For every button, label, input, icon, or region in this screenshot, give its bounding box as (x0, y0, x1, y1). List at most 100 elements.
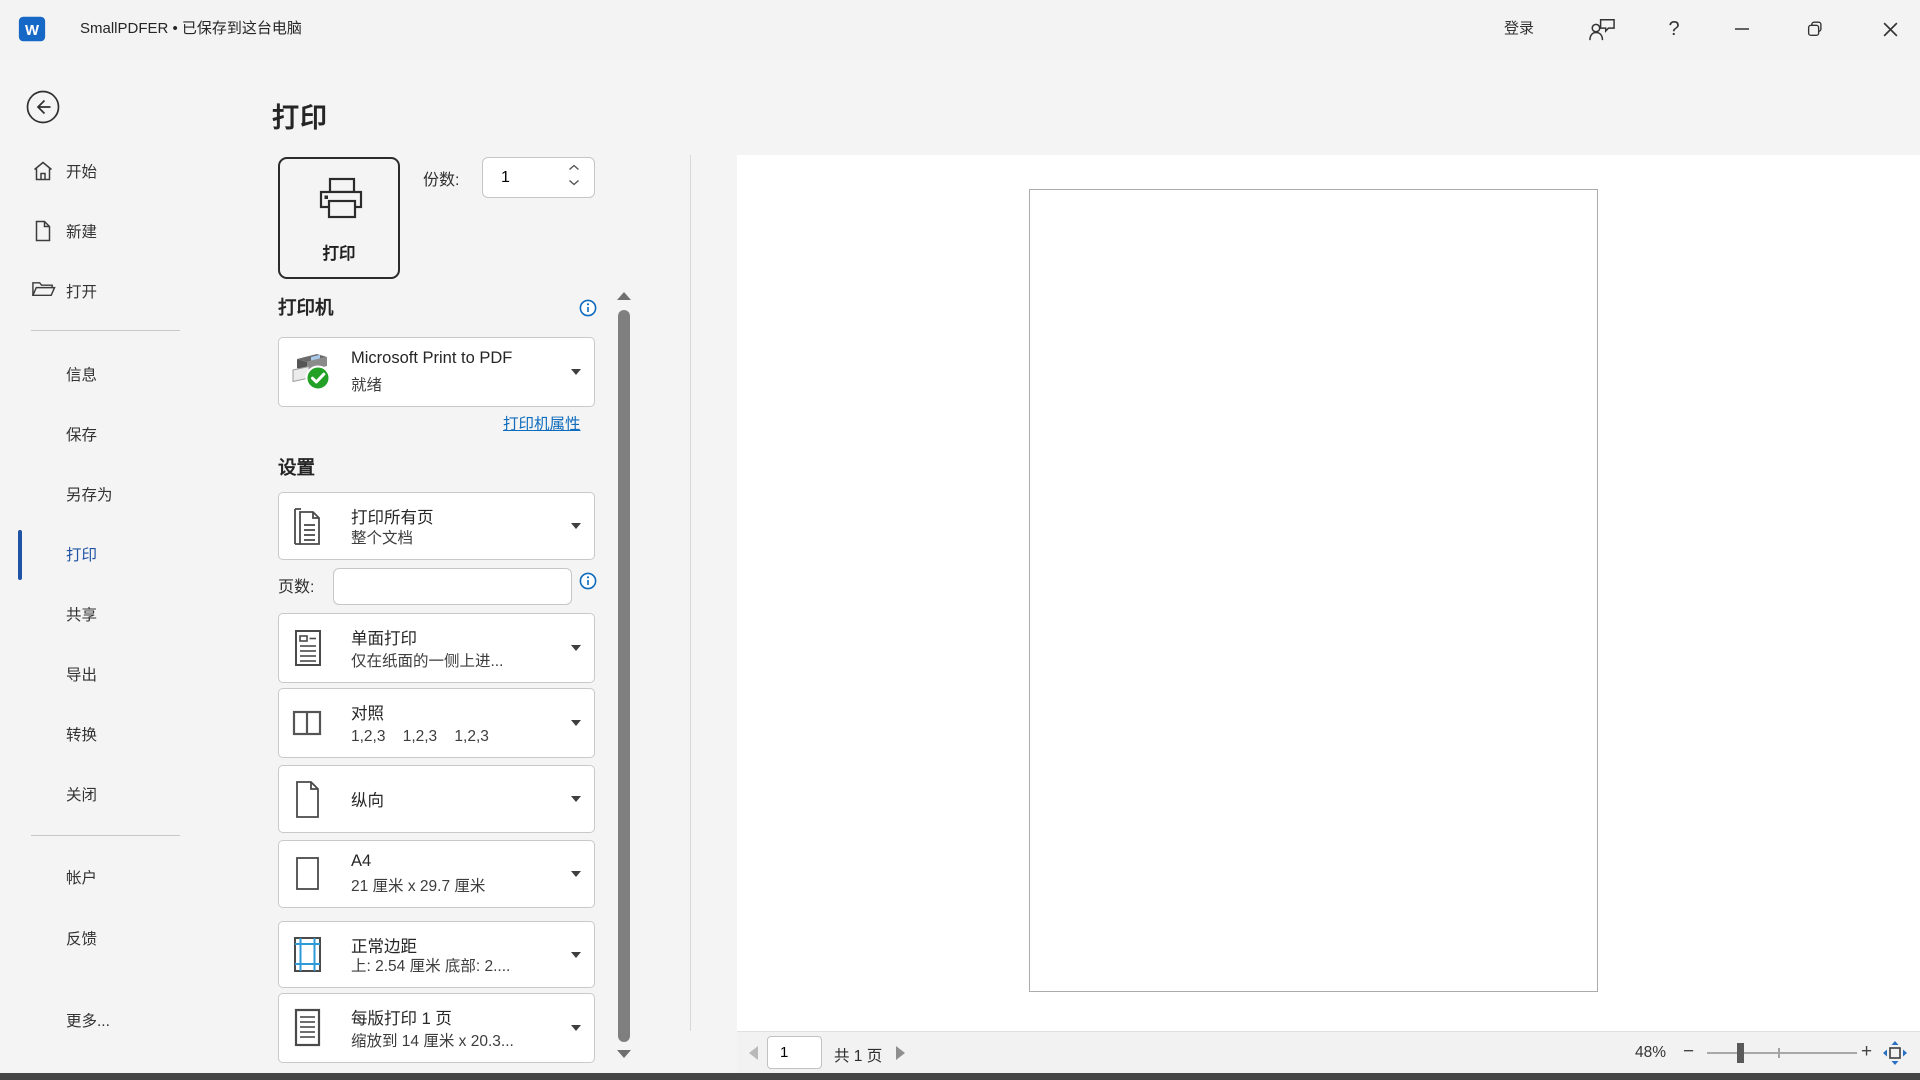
print-button[interactable]: 打印 (278, 157, 400, 279)
printer-name: Microsoft Print to PDF (351, 349, 512, 368)
pages-per-sheet-select[interactable]: 每版打印 1 页 缩放到 14 厘米 x 20.3... (278, 993, 595, 1063)
duplex-select[interactable]: 单面打印 仅在纸面的一侧上进... (278, 613, 595, 683)
chevron-down-icon (571, 645, 581, 651)
sidebar-item-label: 保存 (66, 423, 97, 445)
feedback-icon[interactable] (1582, 0, 1622, 58)
document-page-preview (1029, 189, 1598, 992)
page-title: 打印 (272, 96, 328, 135)
dropdown-subtitle: 1,2,3 1,2,3 1,2,3 (351, 728, 489, 746)
open-folder-icon (31, 279, 55, 303)
close-icon[interactable] (1870, 0, 1910, 58)
window-title: SmallPDFER • 已保存到这台电脑 (80, 0, 302, 58)
spin-down-icon[interactable] (568, 179, 582, 191)
sidebar-item-label: 信息 (66, 363, 97, 385)
orientation-select[interactable]: 纵向 (278, 765, 595, 833)
dropdown-subtitle: 缩放到 14 厘米 x 20.3... (351, 1029, 514, 1051)
sidebar-item-export[interactable]: 导出 (0, 652, 212, 696)
pages-input[interactable] (333, 568, 572, 605)
dropdown-subtitle: 上: 2.54 厘米 底部: 2.... (351, 954, 510, 976)
copies-stepper[interactable] (482, 157, 595, 198)
home-icon (31, 159, 55, 183)
sidebar-item-info[interactable]: 信息 (0, 352, 212, 396)
minimize-icon[interactable] (1722, 0, 1762, 58)
printer-info-icon[interactable] (579, 299, 597, 317)
zoom-level-label: 48% (1635, 1044, 1666, 1062)
fit-to-page-icon[interactable] (1883, 1041, 1907, 1065)
settings-section-header: 设置 (278, 454, 315, 480)
sidebar-item-label: 关闭 (66, 783, 97, 805)
one-sided-icon (287, 625, 327, 671)
margins-select[interactable]: 正常边距 上: 2.54 厘米 底部: 2.... (278, 921, 595, 988)
dropdown-title: A4 (351, 852, 371, 871)
window-bottom-edge (0, 1073, 1920, 1080)
back-button[interactable] (25, 89, 61, 125)
title-bar: W SmallPDFER • 已保存到这台电脑 登录 ? (0, 0, 1920, 58)
paper-size-icon (287, 851, 327, 897)
sidebar-item-open[interactable]: 打开 (0, 267, 212, 315)
zoom-slider-tick (1778, 1048, 1780, 1058)
chevron-down-icon (571, 369, 581, 375)
new-document-icon (31, 219, 55, 243)
printer-section-header: 打印机 (278, 294, 334, 320)
backstage-sidebar: 开始 新建 打开 信息 保存 另存为 打印 共享 导出 转换 关闭 帐户 反馈 … (0, 58, 212, 1080)
zoom-slider-track[interactable] (1707, 1052, 1857, 1054)
print-preview-pane (737, 155, 1920, 1031)
sidebar-item-label: 新建 (66, 220, 97, 242)
sidebar-item-print[interactable]: 打印 (0, 532, 212, 576)
sidebar-item-save[interactable]: 保存 (0, 412, 212, 456)
sidebar-item-feedback[interactable]: 反馈 (0, 916, 212, 960)
chevron-down-icon (571, 871, 581, 877)
printer-icon (314, 176, 368, 226)
sidebar-item-label: 打印 (66, 543, 97, 565)
printer-select[interactable]: Microsoft Print to PDF 就绪 (278, 337, 595, 407)
restore-window-icon[interactable] (1795, 0, 1835, 58)
next-page-icon[interactable] (895, 1045, 907, 1061)
sidebar-item-more[interactable]: 更多... (0, 998, 212, 1042)
sign-in-button[interactable]: 登录 (1504, 0, 1534, 58)
pages-info-icon[interactable] (579, 572, 597, 590)
sidebar-item-label: 另存为 (66, 483, 113, 505)
printer-ready-icon (287, 351, 335, 393)
previous-page-icon[interactable] (747, 1045, 759, 1061)
sidebar-item-close-doc[interactable]: 关闭 (0, 772, 212, 816)
sidebar-item-label: 帐户 (66, 866, 97, 888)
chevron-down-icon (571, 523, 581, 529)
sidebar-item-label: 导出 (66, 663, 97, 685)
chevron-down-icon (571, 952, 581, 958)
printer-properties-link[interactable]: 打印机属性 (503, 412, 581, 434)
help-icon[interactable]: ? (1654, 0, 1694, 58)
pages-per-sheet-icon (287, 1005, 327, 1051)
sidebar-item-label: 打开 (66, 280, 97, 302)
scrollbar-down-icon[interactable] (617, 1050, 631, 1058)
panel-divider (690, 155, 691, 1031)
sidebar-item-home[interactable]: 开始 (0, 147, 212, 195)
printer-status: 就绪 (351, 373, 382, 395)
sidebar-item-transform[interactable]: 转换 (0, 712, 212, 756)
current-page-input[interactable] (767, 1036, 822, 1069)
dropdown-title: 每版打印 1 页 (351, 1005, 452, 1029)
print-button-label: 打印 (280, 240, 398, 264)
dropdown-title: 对照 (351, 700, 384, 724)
zoom-slider-thumb[interactable] (1737, 1043, 1744, 1063)
collation-select[interactable]: 对照 1,2,3 1,2,3 1,2,3 (278, 688, 595, 758)
sidebar-item-share[interactable]: 共享 (0, 592, 212, 636)
print-all-pages-icon (287, 503, 327, 549)
sidebar-item-label: 更多... (66, 1009, 110, 1031)
paper-size-select[interactable]: A4 21 厘米 x 29.7 厘米 (278, 840, 595, 908)
sidebar-item-label: 反馈 (66, 927, 97, 949)
zoom-out-button[interactable]: − (1683, 1041, 1694, 1063)
settings-scrollbar-thumb[interactable] (618, 310, 630, 1042)
print-range-select[interactable]: 打印所有页 整个文档 (278, 492, 595, 560)
copies-input[interactable] (485, 160, 565, 195)
scrollbar-up-icon[interactable] (617, 292, 631, 300)
zoom-in-button[interactable]: + (1861, 1041, 1872, 1063)
selected-indicator (18, 530, 22, 580)
sidebar-item-saveas[interactable]: 另存为 (0, 472, 212, 516)
dropdown-title: 打印所有页 (351, 504, 434, 528)
sidebar-item-new[interactable]: 新建 (0, 207, 212, 255)
pages-label: 页数: (278, 573, 314, 597)
spin-up-icon[interactable] (568, 164, 582, 176)
margins-icon (287, 932, 327, 978)
sidebar-item-account[interactable]: 帐户 (0, 855, 212, 899)
sidebar-item-label: 转换 (66, 723, 97, 745)
